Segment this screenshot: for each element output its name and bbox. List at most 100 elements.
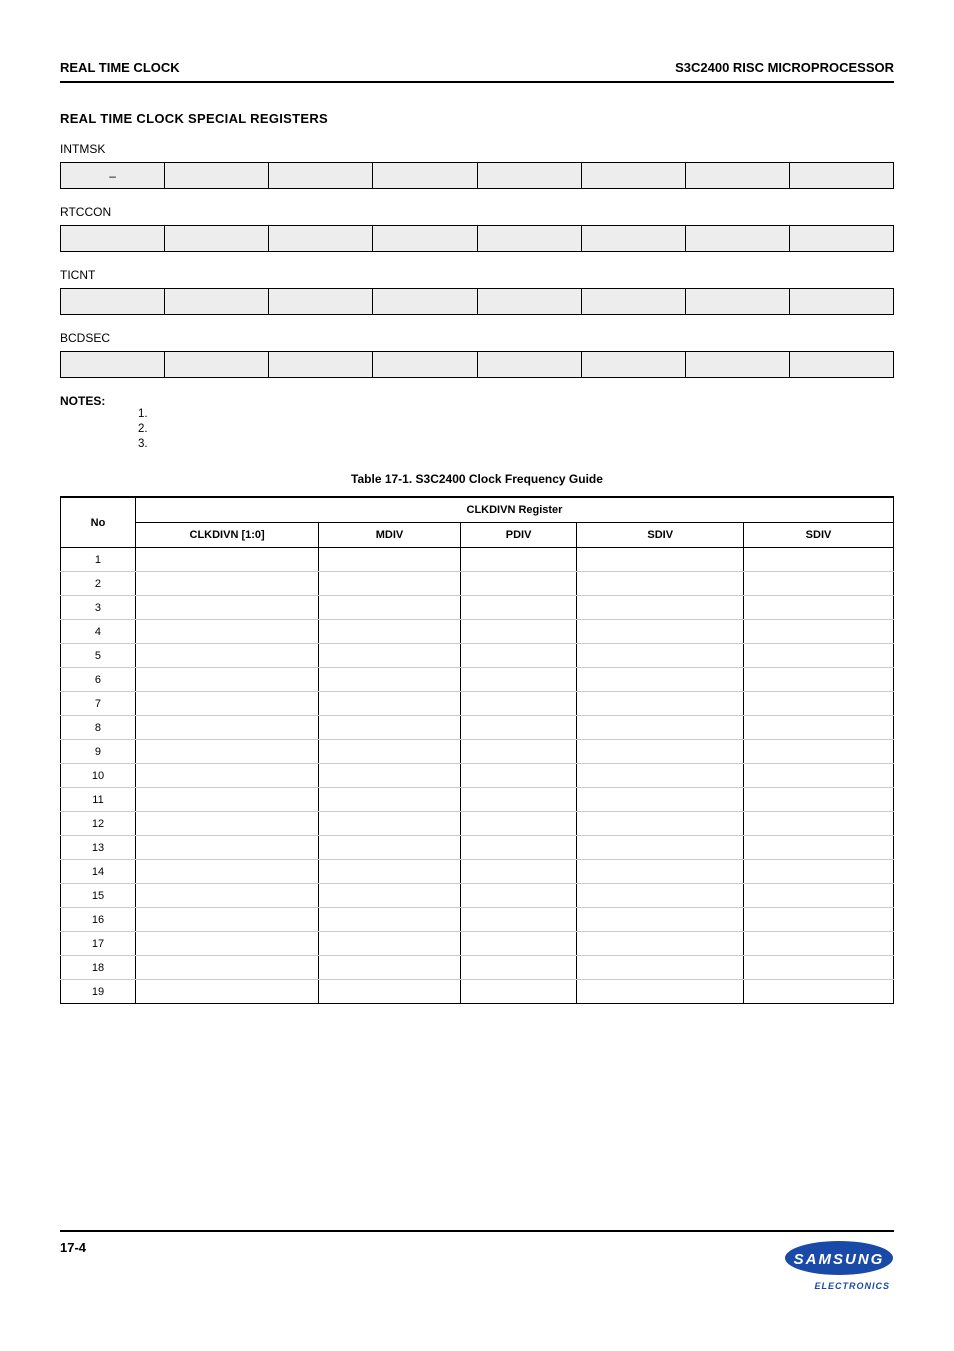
register-cell [373, 289, 477, 315]
table-cell [744, 668, 894, 692]
register-label: TICNT [60, 268, 894, 282]
register-cell [165, 352, 269, 378]
table-cell [319, 860, 461, 884]
table-cell [577, 764, 744, 788]
table-cell [135, 884, 318, 908]
register-cell [61, 352, 165, 378]
table-cell [319, 668, 461, 692]
table-row: 17 [61, 932, 894, 956]
notes-list: 1. 2. 3. [60, 408, 894, 450]
table-cell: 13 [61, 836, 136, 860]
table-cell [319, 764, 461, 788]
section-title: REAL TIME CLOCK SPECIAL REGISTERS [60, 111, 894, 126]
svg-text:SAMSUNG: SAMSUNG [794, 1251, 885, 1268]
table-row: 4 [61, 620, 894, 644]
table-cell [460, 740, 577, 764]
notes-label: NOTES: [60, 394, 105, 408]
register-cell [581, 289, 685, 315]
page-number: 17-4 [60, 1240, 86, 1255]
table-cell [577, 788, 744, 812]
th-sub: PDIV [460, 523, 577, 548]
table-cell [744, 692, 894, 716]
table-cell [744, 956, 894, 980]
table-cell [460, 644, 577, 668]
table-cell [744, 812, 894, 836]
th-sub: SDIV [744, 523, 894, 548]
register-cell [685, 352, 789, 378]
table-cell [135, 692, 318, 716]
table-cell [577, 908, 744, 932]
register-cell [269, 163, 373, 189]
table-cell [577, 572, 744, 596]
table-cell [135, 908, 318, 932]
table-cell [460, 548, 577, 572]
table-row: 12 [61, 812, 894, 836]
table-cell [744, 764, 894, 788]
register-cell [269, 226, 373, 252]
table-cell [577, 692, 744, 716]
frequency-guide-table: No CLKDIVN Register CLKDIVN [1:0] MDIV P… [60, 496, 894, 1004]
th-sub: MDIV [319, 523, 461, 548]
table-cell [460, 572, 577, 596]
table-cell [135, 620, 318, 644]
table-cell [744, 860, 894, 884]
register-cell: – [61, 163, 165, 189]
table-row: 18 [61, 956, 894, 980]
th-no: No [61, 497, 136, 548]
table-cell [744, 788, 894, 812]
register-cell [165, 163, 269, 189]
table-cell [460, 908, 577, 932]
table-cell [135, 596, 318, 620]
table-cell [577, 596, 744, 620]
table-cell: 4 [61, 620, 136, 644]
samsung-oval-icon: SAMSUNG [784, 1240, 894, 1276]
table-cell [460, 668, 577, 692]
table-cell [135, 788, 318, 812]
table-cell [460, 596, 577, 620]
table-cell [744, 980, 894, 1004]
table-cell [135, 716, 318, 740]
table-cell: 9 [61, 740, 136, 764]
table-cell [319, 932, 461, 956]
table-cell [319, 692, 461, 716]
table-cell: 7 [61, 692, 136, 716]
table-cell [744, 596, 894, 620]
table-cell [460, 956, 577, 980]
table-cell [319, 620, 461, 644]
table-cell [135, 812, 318, 836]
th-sub: CLKDIVN [1:0] [135, 523, 318, 548]
table-cell: 3 [61, 596, 136, 620]
register-cell [685, 163, 789, 189]
table-cell [319, 740, 461, 764]
table-cell [460, 812, 577, 836]
table-cell [744, 932, 894, 956]
table-cell [577, 836, 744, 860]
table-cell [460, 932, 577, 956]
register-cell [61, 289, 165, 315]
table-cell [460, 836, 577, 860]
table-cell [319, 716, 461, 740]
register-cell [789, 352, 893, 378]
register-cell [165, 289, 269, 315]
table-cell [135, 644, 318, 668]
table-cell [460, 788, 577, 812]
table-cell: 18 [61, 956, 136, 980]
register-cell [789, 163, 893, 189]
th-sub: SDIV [577, 523, 744, 548]
samsung-logo: SAMSUNG ELECTRONICS [784, 1240, 894, 1291]
table-cell [319, 908, 461, 932]
register-cell [685, 289, 789, 315]
table-cell [319, 644, 461, 668]
table-cell [460, 620, 577, 644]
table-row: 8 [61, 716, 894, 740]
table-cell [135, 860, 318, 884]
register-cell [373, 226, 477, 252]
register-label: INTMSK [60, 142, 894, 156]
table-cell: 12 [61, 812, 136, 836]
table-row: 3 [61, 596, 894, 620]
table-row: 2 [61, 572, 894, 596]
table-cell: 19 [61, 980, 136, 1004]
register-cell [477, 163, 581, 189]
table-cell [460, 860, 577, 884]
register-cell [477, 226, 581, 252]
